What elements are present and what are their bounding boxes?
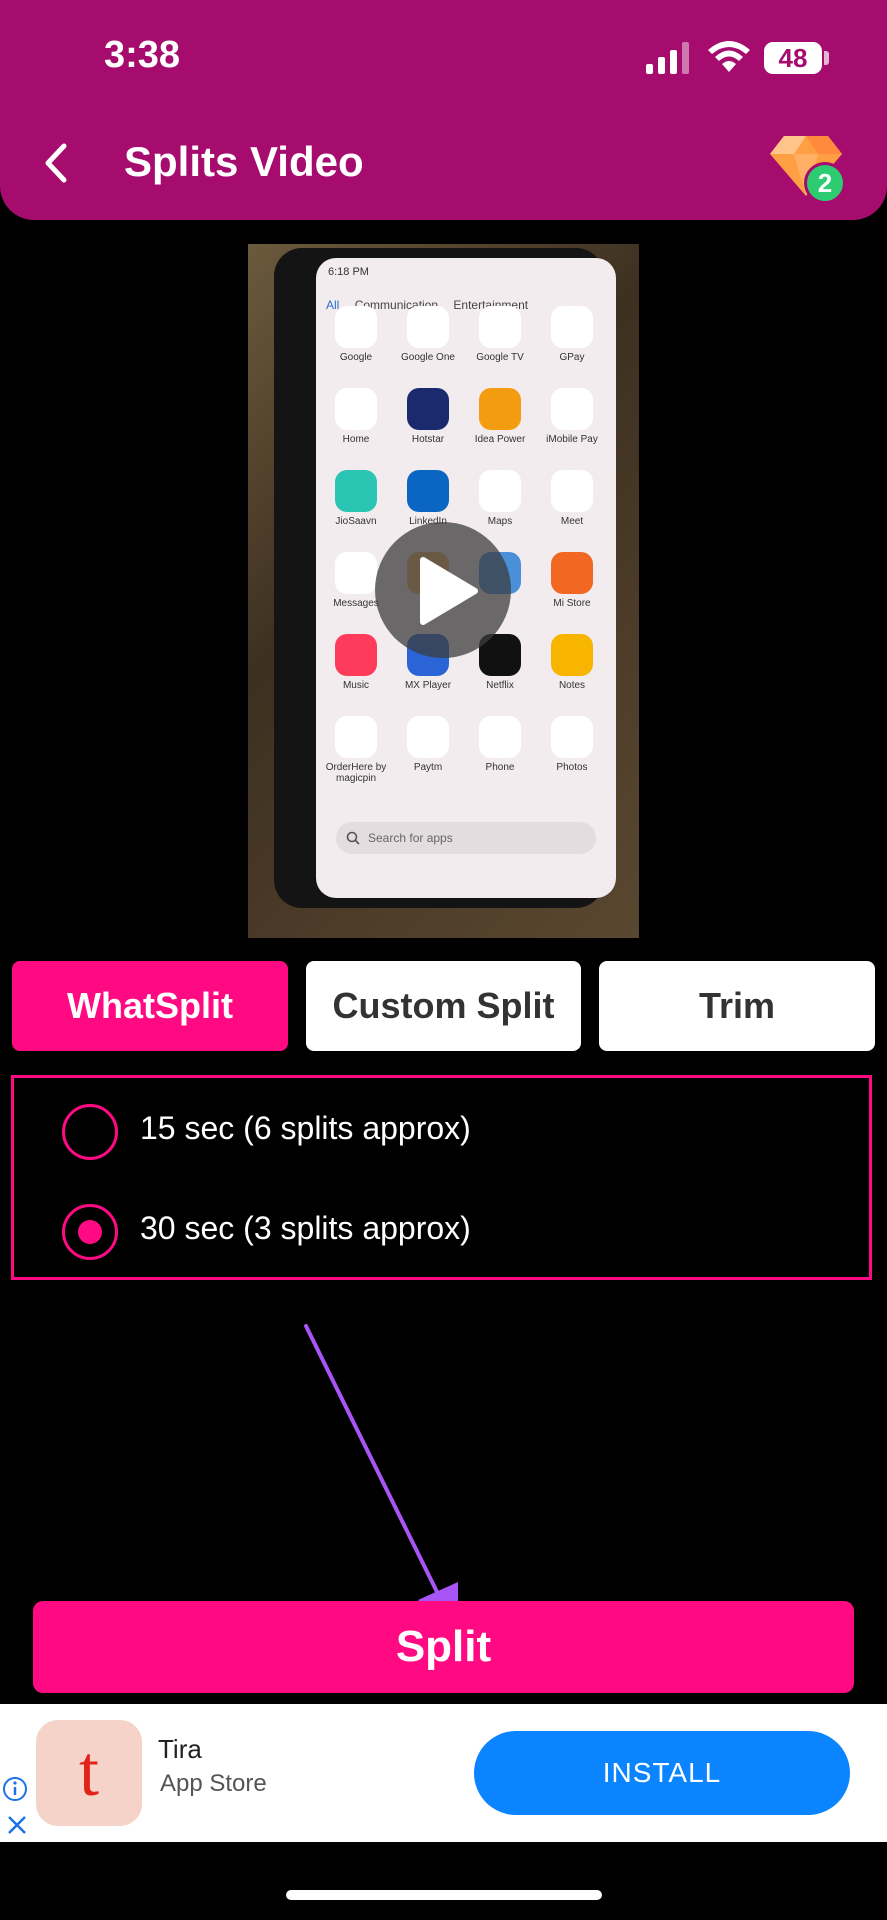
video-app-icon: Meet — [538, 470, 606, 527]
video-app-icon: Hotstar — [394, 388, 462, 445]
video-app-icon: Idea Power — [466, 388, 534, 445]
app-label: Meet — [560, 516, 584, 527]
app-icon — [335, 552, 377, 594]
phone-search-bar: Search for apps — [336, 822, 596, 854]
page-title: Splits Video — [124, 138, 364, 185]
video-app-icon: Mi Store — [538, 552, 606, 609]
video-app-icon: OrderHere by magicpin — [322, 716, 390, 784]
app-icon — [407, 470, 449, 512]
ad-banner[interactable]: t Tira App Store INSTALL — [0, 1704, 887, 1842]
video-app-icon: Notes — [538, 634, 606, 691]
app-icon — [407, 306, 449, 348]
video-app-icon: JioSaavn — [322, 470, 390, 527]
app-icon — [551, 470, 593, 512]
ad-app-name: Tira — [158, 1734, 202, 1764]
app-label: Phone — [485, 762, 515, 773]
video-app-icon: Photos — [538, 716, 606, 773]
status-time: 3:38 — [104, 34, 181, 76]
app-icon — [479, 716, 521, 758]
video-app-icon: Google One — [394, 306, 462, 363]
search-icon — [346, 831, 360, 845]
wifi-icon — [708, 41, 750, 72]
video-preview[interactable]: 6:18 PM All Communication Entertainment … — [248, 244, 639, 938]
option-label: 15 sec (6 splits approx) — [140, 1110, 471, 1146]
video-app-icon: LinkedIn — [394, 470, 462, 527]
app-icon — [551, 306, 593, 348]
install-button[interactable]: INSTALL — [474, 1731, 850, 1815]
app-icon — [479, 470, 521, 512]
app-label: Music — [342, 680, 370, 691]
app-icon — [335, 634, 377, 676]
app-label: Google One — [401, 352, 455, 363]
tab-trim[interactable]: Trim — [599, 961, 875, 1051]
app-label: Paytm — [413, 762, 443, 773]
radio-15-sec[interactable] — [62, 1104, 118, 1160]
tira-logo[interactable]: t — [36, 1720, 142, 1826]
tab-whatsplit[interactable]: WhatSplit — [12, 961, 288, 1051]
app-label: OrderHere by magicpin — [325, 762, 387, 784]
video-app-icon: Music — [322, 634, 390, 691]
app-icon — [335, 470, 377, 512]
app-icon — [551, 552, 593, 594]
option-label: 30 sec (3 splits approx) — [140, 1210, 471, 1246]
app-label: Photos — [556, 762, 588, 773]
app-header: 3:38 48 Splits Video 2 — [0, 0, 887, 220]
video-app-icon: iMobile Pay — [538, 388, 606, 445]
video-app-icon: Home — [322, 388, 390, 445]
home-indicator[interactable] — [286, 1890, 602, 1900]
app-label: iMobile Pay — [546, 434, 598, 445]
battery-tip — [824, 51, 829, 65]
ad-store-label: App Store — [160, 1770, 267, 1797]
video-app-icon: Google — [322, 306, 390, 363]
app-label: Home — [342, 434, 370, 445]
app-label: Google — [339, 352, 373, 363]
app-icon — [335, 306, 377, 348]
cellular-signal-icon — [646, 42, 689, 74]
app-label: Google TV — [476, 352, 524, 363]
info-icon[interactable] — [2, 1776, 28, 1802]
app-label: Mi Store — [553, 598, 591, 609]
app-label: MX Player — [404, 680, 452, 691]
app-icon — [407, 388, 449, 430]
app-icon — [479, 388, 521, 430]
battery-indicator: 48 — [764, 42, 822, 74]
back-icon[interactable] — [36, 138, 76, 188]
play-icon — [420, 557, 478, 625]
app-label: Notes — [558, 680, 586, 691]
video-app-icon: Maps — [466, 470, 534, 527]
play-button[interactable] — [375, 522, 511, 658]
app-label: Netflix — [486, 680, 514, 691]
app-icon — [479, 306, 521, 348]
app-label: Idea Power — [474, 434, 526, 445]
phone-screen-time: 6:18 PM — [328, 266, 369, 278]
app-label: JioSaavn — [335, 516, 377, 527]
app-label: Hotstar — [411, 434, 445, 445]
annotation-arrow-icon — [304, 1324, 458, 1636]
close-icon[interactable] — [6, 1814, 28, 1836]
tira-logo-letter: t — [78, 1731, 99, 1811]
split-options: 15 sec (6 splits approx) 30 sec (3 split… — [11, 1075, 872, 1280]
app-icon — [551, 388, 593, 430]
phone-search-placeholder: Search for apps — [368, 831, 453, 845]
app-icon — [407, 716, 449, 758]
app-label: GPay — [559, 352, 585, 363]
gem-count-badge: 2 — [804, 162, 846, 204]
split-button[interactable]: Split — [33, 1601, 854, 1693]
video-app-icon: GPay — [538, 306, 606, 363]
video-app-icon: Google TV — [466, 306, 534, 363]
radio-30-sec[interactable] — [62, 1204, 118, 1260]
video-app-icon: Phone — [466, 716, 534, 773]
app-label: Maps — [487, 516, 513, 527]
app-icon — [551, 634, 593, 676]
app-icon — [551, 716, 593, 758]
tab-custom-split[interactable]: Custom Split — [306, 961, 581, 1051]
app-icon — [335, 388, 377, 430]
app-icon — [335, 716, 377, 758]
video-app-icon: Paytm — [394, 716, 462, 773]
